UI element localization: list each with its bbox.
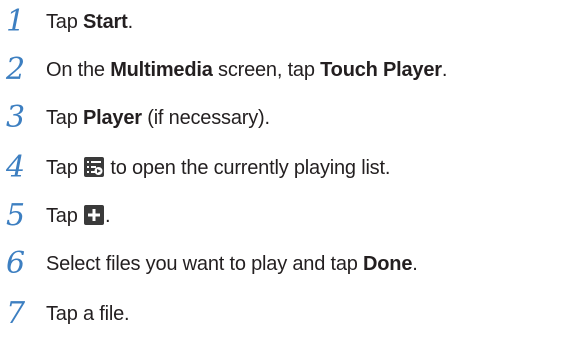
step-text-segment: . <box>105 205 111 227</box>
playlist-icon <box>84 157 105 177</box>
step-text-segment: . <box>441 59 448 81</box>
step-text-emphasis: Multimedia <box>110 59 213 81</box>
step-number: 5 <box>6 198 26 233</box>
step-text: On the Multimedia screen, tap Touch Play… <box>46 50 447 90</box>
step-item-6: 6 Select files you want to play and tap D… <box>0 244 563 284</box>
step-text-segment: to open the currently playing list. <box>105 157 391 179</box>
step-number: 2 <box>6 52 26 87</box>
step-item-1: 1 Tap Start. <box>0 2 563 42</box>
step-number: 4 <box>6 150 26 185</box>
step-text-segment: . <box>127 11 134 33</box>
step-item-4: 4 Tap to open the currently playing list. <box>0 148 563 188</box>
step-text: Tap a file. <box>46 294 130 334</box>
step-text-emphasis: Start <box>83 11 128 33</box>
step-number: 3 <box>6 100 26 135</box>
step-item-7: 7 Tap a file. <box>0 294 563 334</box>
step-text-segment: . <box>412 253 418 275</box>
step-number: 7 <box>6 296 26 331</box>
step-text-segment: On the <box>46 59 111 81</box>
step-text-segment: Tap <box>46 107 84 129</box>
step-item-3: 3 Tap Player (if necessary). <box>0 98 563 138</box>
instruction-steps: 1 Tap Start. 2 On the Multimedia screen, ta… <box>0 0 563 348</box>
step-text-emphasis: Player <box>83 107 142 129</box>
step-text-segment: Tap <box>46 157 84 179</box>
step-text-segment: Tap a file. <box>46 303 130 325</box>
add-icon <box>84 205 105 225</box>
step-number: 1 <box>6 4 26 39</box>
step-text: Tap . <box>46 196 111 236</box>
step-text: Tap to open the currently playing list. <box>46 148 390 188</box>
step-text-emphasis: Done <box>363 253 413 275</box>
step-text-segment: screen, tap <box>212 59 321 81</box>
step-text: Select files you want to play and tap Do… <box>46 244 418 284</box>
step-text-segment: Select files you want to play and tap <box>46 253 364 275</box>
step-number: 6 <box>6 246 26 281</box>
step-text-emphasis: Touch Player <box>320 59 442 81</box>
step-text-segment: Tap <box>46 205 84 227</box>
step-text: Tap Player (if necessary). <box>46 98 270 138</box>
step-text: Tap Start. <box>46 2 133 42</box>
step-text-segment: Tap <box>46 11 84 33</box>
step-text-segment: (if necessary). <box>141 107 270 129</box>
step-item-5: 5 Tap . <box>0 196 563 236</box>
step-item-2: 2 On the Multimedia screen, tap Touch Pla… <box>0 50 563 90</box>
